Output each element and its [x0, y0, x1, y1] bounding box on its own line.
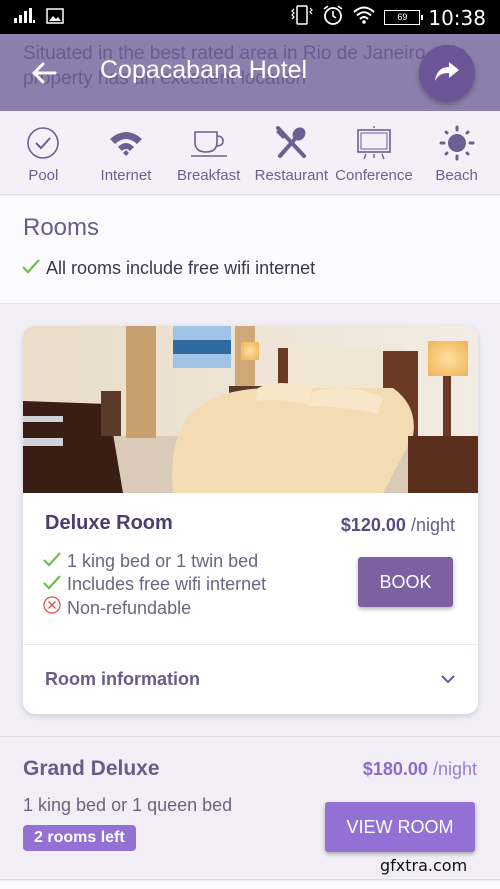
- rooms-note-text: All rooms include free wifi internet: [46, 258, 316, 278]
- feature-text: Non-refundable: [67, 597, 192, 618]
- cutlery-icon: [274, 125, 308, 161]
- check-icon: [43, 550, 61, 573]
- feature-text: 1 king bed or 1 twin bed: [67, 551, 259, 571]
- feature-text: Includes free wifi internet: [67, 574, 267, 594]
- amenity-breakfast[interactable]: Breakfast: [169, 111, 249, 194]
- amenity-label: Conference: [335, 167, 413, 184]
- price-amount: $180.00: [362, 759, 428, 779]
- amenity-pool[interactable]: Pool: [3, 111, 83, 194]
- room-features: 1 king bed or 1 twin bed Includes free w…: [43, 550, 266, 620]
- rooms-section-header: Rooms All rooms include free wifi intern…: [0, 196, 500, 304]
- watermark: gfxtra.com: [380, 856, 468, 875]
- amenities-bar: Pool Internet Breakfast Restaurant Confe…: [0, 111, 500, 195]
- room-card-deluxe: Deluxe Room $120.00 /night 1 king bed or…: [23, 326, 478, 714]
- price-amount: $120.00: [340, 515, 406, 535]
- availability-badge: 2 rooms left: [23, 825, 136, 851]
- feature-item: Non-refundable: [43, 596, 266, 620]
- alarm-icon: [322, 4, 344, 31]
- room-name: Deluxe Room: [45, 512, 173, 534]
- arrow-back-icon[interactable]: [30, 59, 58, 87]
- wifi-icon: [108, 125, 144, 161]
- clock: 10:38: [428, 5, 486, 30]
- room-information-label: Room information: [45, 669, 200, 689]
- chevron-down-icon: [440, 671, 456, 689]
- price-unit: /night: [432, 759, 477, 779]
- room-price: $120.00 /night: [341, 515, 455, 536]
- room-price: $180.00 /night: [363, 759, 477, 780]
- feature-item: Includes free wifi internet: [43, 573, 266, 596]
- amenity-internet[interactable]: Internet: [86, 111, 166, 194]
- amenity-beach[interactable]: Beach: [417, 111, 497, 194]
- share-button[interactable]: [419, 45, 475, 101]
- amenity-label: Internet: [100, 167, 152, 184]
- room-beds: 1 king bed or 1 queen bed: [23, 795, 233, 815]
- presentation-board-icon: [356, 125, 392, 161]
- room-name: Grand Deluxe: [23, 757, 160, 780]
- amenity-label: Beach: [435, 167, 478, 184]
- image-notification-icon: [46, 8, 64, 29]
- amenity-label: Pool: [28, 167, 59, 184]
- amenity-restaurant[interactable]: Restaurant: [251, 111, 331, 194]
- wifi-icon: [352, 5, 376, 30]
- room-photo: [23, 326, 478, 493]
- page-title: Copacabana Hotel: [100, 56, 308, 84]
- share-icon: [434, 60, 460, 87]
- price-unit: /night: [410, 515, 455, 535]
- amenity-label: Restaurant: [254, 167, 328, 184]
- sun-icon: [439, 125, 475, 161]
- vibrate-icon: [290, 4, 314, 31]
- status-bar: 69 10:38: [0, 0, 500, 34]
- room-information-toggle[interactable]: Room information: [23, 645, 478, 714]
- signal-icon: [14, 8, 36, 29]
- amenity-conference[interactable]: Conference: [334, 111, 414, 194]
- book-button[interactable]: BOOK: [358, 557, 453, 607]
- check-circle-icon: [26, 125, 60, 161]
- rooms-heading: Rooms: [23, 214, 100, 241]
- view-room-button[interactable]: VIEW ROOM: [325, 802, 475, 852]
- rooms-note: All rooms include free wifi internet: [22, 258, 315, 279]
- bottom-strip: [0, 881, 500, 889]
- coffee-cup-icon: [190, 125, 227, 161]
- cross-circle-icon: [43, 596, 61, 620]
- check-icon: [22, 258, 40, 279]
- amenity-label: Breakfast: [176, 167, 241, 184]
- feature-item: 1 king bed or 1 twin bed: [43, 550, 266, 573]
- check-icon: [43, 573, 61, 596]
- battery-icon: 69: [384, 10, 424, 25]
